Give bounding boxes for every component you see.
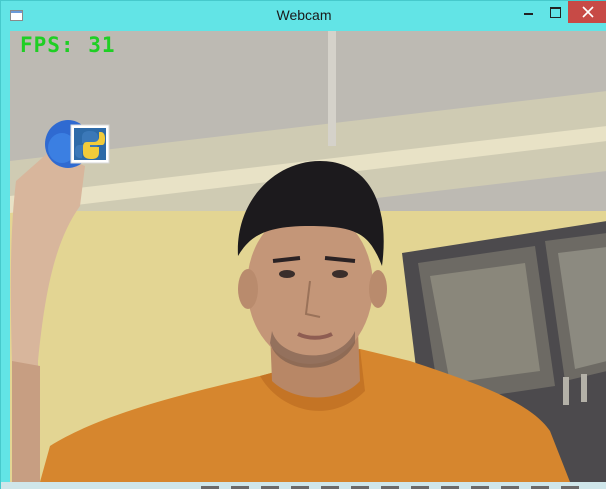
title-bar[interactable]: Webcam: [1, 1, 606, 31]
webcam-frame-image: [10, 31, 606, 482]
fps-counter: FPS: 31: [20, 33, 116, 57]
webcam-window: Webcam FPS: 31: [0, 0, 606, 489]
maximize-button[interactable]: [541, 1, 569, 23]
close-button[interactable]: [568, 1, 606, 23]
close-icon: [582, 6, 594, 18]
window-bottom-edge: [1, 482, 606, 489]
minimize-button[interactable]: [515, 1, 543, 23]
webcam-feed: FPS: 31: [10, 31, 606, 482]
